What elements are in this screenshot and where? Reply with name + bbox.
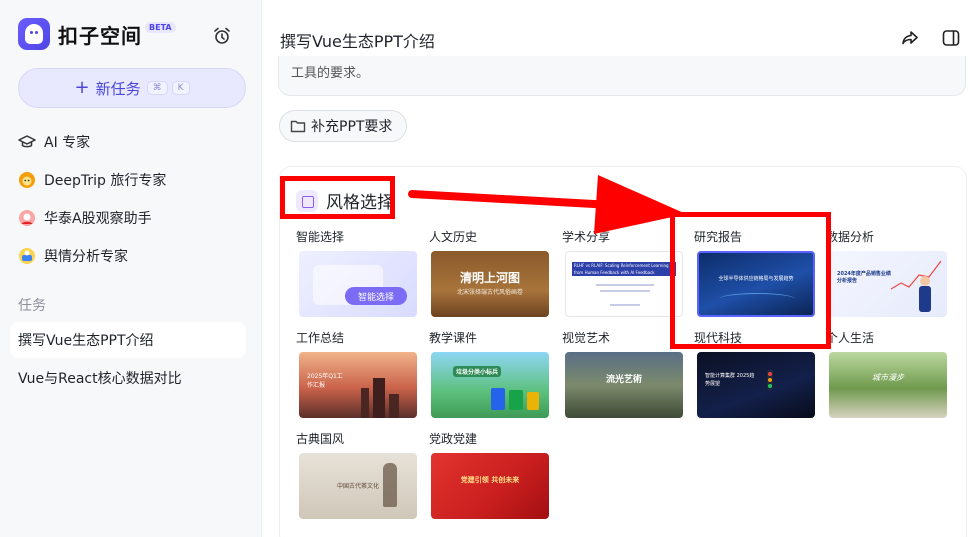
supplement-ppt-button[interactable]: 补充PPT要求 [279,110,408,142]
style-tile-classical[interactable]: 中国古代茶文化 [299,453,417,519]
tile-label: 党政党建 [429,432,478,446]
sidebar-item-ai-expert[interactable]: AI 专家 [18,127,246,157]
new-task-label: 新任务 [95,79,141,98]
supplement-ppt-label: 补充PPT要求 [311,119,393,135]
sidebar-item-label: AI 专家 [44,135,91,151]
tile-thumb-title: 垃圾分类小标兵 [453,366,502,377]
sidebar-item-label: DeepTrip 旅行专家 [44,173,167,189]
sidebar-item-label: 华泰A股观察助手 [44,211,152,227]
sidebar-item-sentiment[interactable]: 舆情分析专家 [18,241,246,271]
tile-thumb-title: 清明上河图 [459,271,520,285]
sidebar-item-huatai[interactable]: 华泰A股观察助手 [18,203,246,233]
page-title: 撰写Vue生态PPT介绍 [280,32,435,51]
tile-thumb-title: 党建引领 共创未来 [460,476,520,484]
style-tile-history[interactable]: 清明上河图 北宋张择端古代风俗画卷 [431,251,549,317]
folder-icon [290,120,306,133]
tile-thumb-title: 流光艺術 [605,375,642,385]
style-tile-work-summary[interactable]: 2025年Q1工作汇报 [299,352,417,418]
tile-thumb-title: RLHF vs RLAIF: Scaling Reinforcement Lea… [572,262,676,276]
annotation-box-style-title [280,176,395,219]
sidebar-panel-icon[interactable] [941,28,961,48]
beta-badge: BETA [145,21,176,33]
tile-label: 学术分享 [562,230,611,244]
plus-icon: + [74,77,90,98]
tile-label: 视觉艺术 [562,331,611,345]
shortcut-cmd: ⌘ [146,81,168,95]
annotation-box-research-report [670,212,831,349]
travel-avatar-icon [19,172,35,188]
sidebar-item-deeptrip[interactable]: DeepTrip 旅行专家 [18,165,246,195]
tasks-section-label: 任务 [18,298,46,314]
tile-label: 教学课件 [429,331,478,345]
task-item-active[interactable]: 撰写Vue生态PPT介绍 [10,322,246,358]
sidebar-item-label: 舆情分析专家 [44,249,128,265]
tile-label: 人文历史 [429,230,478,244]
style-tile-teaching[interactable]: 垃圾分类小标兵 [431,352,549,418]
tile-label: 工作总结 [296,331,345,345]
smart-select-pill: 智能选择 [345,287,407,305]
graduation-cap-icon [18,135,36,148]
tile-label: 数据分析 [826,230,875,244]
coze-logo-icon [18,18,50,50]
tile-label: 古典国风 [296,432,345,446]
tile-thumb-title: 城市漫步 [872,373,904,382]
brand-logo[interactable]: 扣子空间 BETA [18,18,176,50]
tile-label: 智能选择 [296,230,345,244]
share-icon[interactable] [900,28,920,48]
style-tile-data[interactable]: 2024年度产品销售业绩分析报告 [829,251,947,317]
stock-avatar-icon [19,210,35,226]
tile-thumb-title: 中国古代茶文化 [337,483,380,490]
tile-label: 个人生活 [826,331,875,345]
style-tile-party[interactable]: 党建引领 共创未来 [431,453,549,519]
brand-name: 扣子空间 [58,23,142,48]
style-tile-modern-tech[interactable]: 智能计算集群 2025趋势展望 [697,352,815,418]
shortcut-k: K [171,81,190,95]
tile-thumb-title: 2025年Q1工作汇报 [307,373,343,389]
task-item-label: Vue与React核心数据对比 [18,371,182,387]
style-tile-smart[interactable]: 智能选择 [299,251,417,317]
tile-thumb-title: 智能计算集群 2025趋势展望 [705,373,755,387]
style-tile-personal-life[interactable]: 城市漫步 [829,352,947,418]
style-tile-visual-art[interactable]: 流光艺術 [565,352,683,418]
sidebar: 扣子空间 BETA + 新任务 ⌘ K AI 专家 DeepTrip 旅行专家 … [0,0,262,537]
message-text: 工具的要求。 [291,66,370,81]
task-item-label: 撰写Vue生态PPT介绍 [18,333,154,349]
chat-message: 工具的要求。 [278,56,966,96]
alarm-clock-icon[interactable] [212,26,232,46]
tile-thumb-sub: 北宋张择端古代风俗画卷 [456,289,523,296]
tile-thumb-title: 2024年度产品销售业绩分析报告 [837,271,891,284]
new-task-button[interactable]: + 新任务 ⌘ K [18,68,246,108]
sentiment-avatar-icon [19,248,35,264]
task-item[interactable]: Vue与React核心数据对比 [10,360,246,396]
style-tile-academic[interactable]: RLHF vs RLAIF: Scaling Reinforcement Lea… [565,251,683,317]
